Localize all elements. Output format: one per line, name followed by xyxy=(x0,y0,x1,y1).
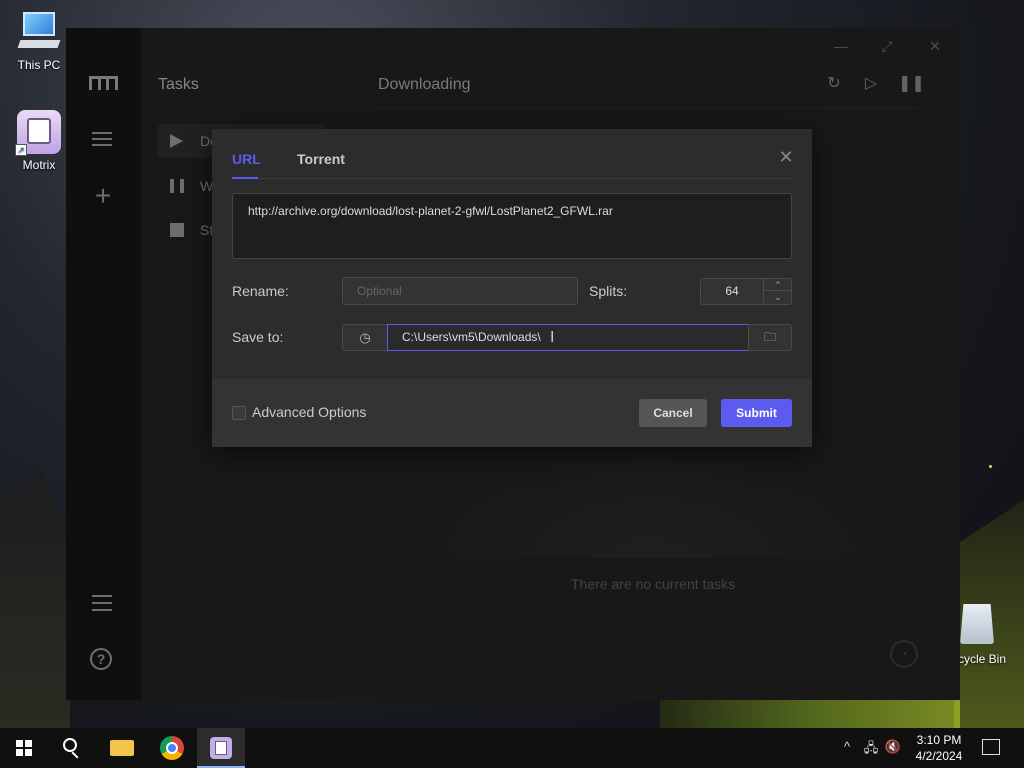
decrement-icon[interactable]: ⌄ xyxy=(763,291,792,303)
motrix-app-icon: ↗ xyxy=(15,110,61,156)
file-explorer-icon xyxy=(110,740,134,756)
cancel-button[interactable]: Cancel xyxy=(639,399,707,427)
url-textarea[interactable]: http://archive.org/download/lost-planet-… xyxy=(232,193,792,259)
desktop-icon-motrix[interactable]: ↗ Motrix xyxy=(4,110,74,172)
search-button[interactable] xyxy=(48,728,96,768)
folder-icon[interactable]: 🗀 xyxy=(748,324,792,351)
dialog-footer: Advanced Options Cancel Submit xyxy=(212,379,812,447)
shortcut-arrow-icon: ↗ xyxy=(15,144,27,156)
text-cursor-icon: I xyxy=(550,329,555,346)
taskbar-file-explorer[interactable] xyxy=(98,728,146,768)
save-to-label: Save to: xyxy=(232,329,284,345)
splits-stepper[interactable]: 64 ⌃ ⌄ xyxy=(700,278,792,305)
tab-url[interactable]: URL xyxy=(232,151,261,167)
network-icon[interactable]: 🖧 xyxy=(862,739,880,761)
active-tab-indicator xyxy=(232,177,258,179)
desktop-icon-label: This PC xyxy=(17,58,61,72)
rename-input[interactable]: Optional xyxy=(342,277,578,305)
notification-icon[interactable] xyxy=(982,739,1000,755)
save-to-group: ◷ C:\Users\vm5\Downloads\ I 🗀 xyxy=(342,324,792,351)
save-path-value: C:\Users\vm5\Downloads\ xyxy=(402,330,541,344)
search-icon xyxy=(63,738,77,752)
windows-logo-icon xyxy=(16,740,32,756)
dialog-tabs: URL Torrent xyxy=(232,129,792,179)
desktop-icon-this-pc[interactable]: This PC xyxy=(4,10,74,72)
splits-label: Splits: xyxy=(589,283,628,299)
tray-chevron-icon[interactable]: ^ xyxy=(838,739,856,754)
submit-button[interactable]: Submit xyxy=(721,399,792,427)
wallpaper-mountain-left xyxy=(0,470,70,730)
tab-torrent[interactable]: Torrent xyxy=(297,151,345,167)
taskbar: ^ 🖧 🔇 3:10 PM 4/2/2024 xyxy=(0,728,1024,768)
history-icon[interactable]: ◷ xyxy=(342,324,388,351)
rename-label: Rename: xyxy=(232,283,289,299)
computer-icon xyxy=(17,10,61,54)
wallpaper-star xyxy=(989,465,992,468)
motrix-app-icon xyxy=(210,737,232,759)
volume-muted-icon[interactable]: 🔇 xyxy=(884,739,902,755)
desktop-icon-label: cycle Bin xyxy=(958,652,1007,666)
chrome-icon xyxy=(160,736,184,760)
recycle-bin-icon[interactable] xyxy=(960,604,994,644)
start-button[interactable] xyxy=(0,728,48,768)
desktop-icon-label: Motrix xyxy=(22,158,56,172)
increment-icon[interactable]: ⌃ xyxy=(763,279,792,291)
advanced-options-checkbox[interactable] xyxy=(232,406,246,420)
taskbar-motrix[interactable] xyxy=(197,728,245,768)
clock-date: 4/2/2024 xyxy=(915,749,963,763)
advanced-options-label[interactable]: Advanced Options xyxy=(252,404,366,420)
close-dialog-icon[interactable]: ✕ xyxy=(778,148,794,166)
taskbar-clock[interactable]: 3:10 PM 4/2/2024 xyxy=(906,732,972,764)
add-task-dialog: URL Torrent ✕ http://archive.org/downloa… xyxy=(212,129,812,447)
splits-value[interactable]: 64 xyxy=(701,279,763,304)
save-path-input[interactable]: C:\Users\vm5\Downloads\ I xyxy=(387,324,749,351)
taskbar-chrome[interactable] xyxy=(148,728,196,768)
clock-time: 3:10 PM xyxy=(916,733,962,747)
